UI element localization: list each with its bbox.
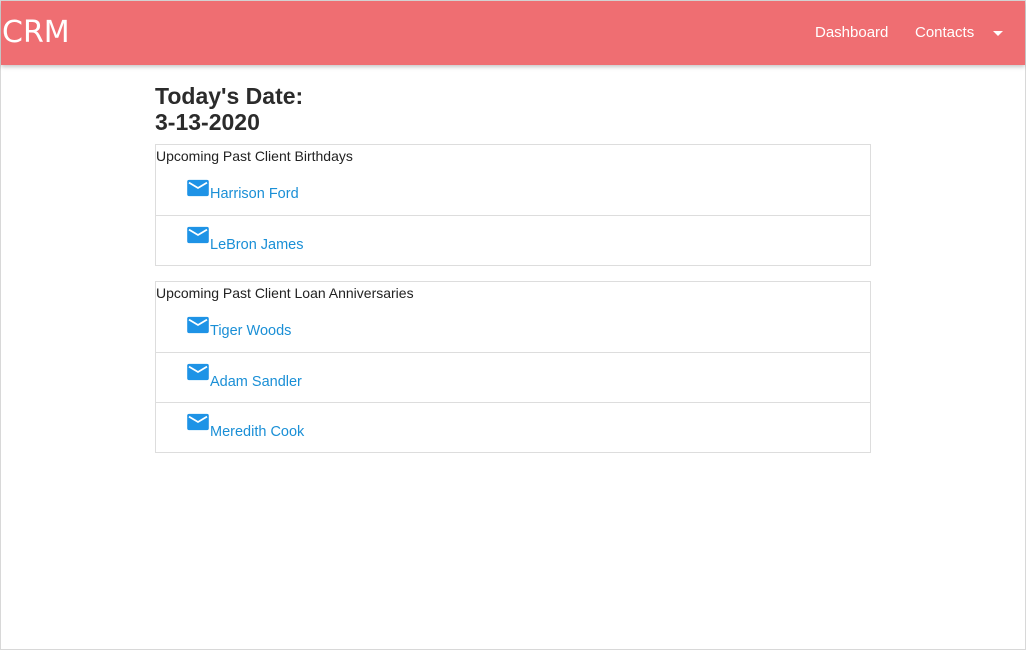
list-item: Meredith Cook [156, 402, 870, 452]
mail-icon[interactable] [187, 363, 209, 381]
mail-icon[interactable] [187, 413, 209, 431]
list-item: Harrison Ford [156, 165, 870, 215]
client-name-link[interactable]: Harrison Ford [210, 184, 299, 204]
date-label: Today's Date: [155, 83, 304, 109]
caret-down-icon[interactable] [993, 31, 1003, 36]
main-content: Today's Date: 3-13-2020 Upcoming Past Cl… [155, 83, 871, 453]
date-value: 3-13-2020 [155, 109, 260, 135]
birthdays-panel: Upcoming Past Client Birthdays Harrison … [155, 144, 871, 266]
client-name-link[interactable]: LeBron James [210, 235, 304, 255]
client-name-link[interactable]: Tiger Woods [210, 321, 291, 341]
nav-contacts-link[interactable]: Contacts [915, 23, 974, 43]
list-item: LeBron James [156, 215, 870, 265]
mail-icon[interactable] [187, 226, 209, 244]
list-item: Adam Sandler [156, 352, 870, 402]
client-name-link[interactable]: Meredith Cook [210, 422, 304, 442]
list-item: Tiger Woods [156, 302, 870, 352]
app-window: CRM Dashboard Contacts Today's Date: 3-1… [0, 0, 1026, 650]
anniversaries-panel: Upcoming Past Client Loan Anniversaries … [155, 281, 871, 453]
client-name-link[interactable]: Adam Sandler [210, 372, 302, 392]
brand-logo[interactable]: CRM [2, 15, 70, 51]
nav-dashboard-link[interactable]: Dashboard [815, 23, 888, 43]
birthdays-panel-title: Upcoming Past Client Birthdays [156, 148, 353, 164]
date-heading: Today's Date: 3-13-2020 [155, 83, 871, 135]
mail-icon[interactable] [187, 316, 209, 334]
anniversaries-panel-title: Upcoming Past Client Loan Anniversaries [156, 285, 414, 301]
mail-icon[interactable] [187, 179, 209, 197]
top-navbar: CRM Dashboard Contacts [1, 1, 1025, 65]
